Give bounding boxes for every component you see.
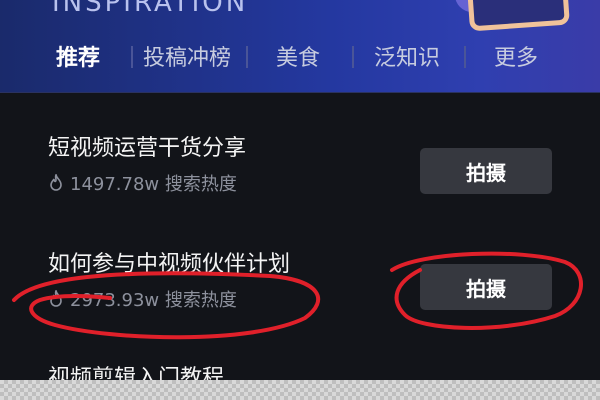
- item-title[interactable]: 短视频运营干货分享: [48, 130, 246, 162]
- tab-recommend[interactable]: 推荐: [56, 40, 100, 72]
- transparency-strip: [0, 380, 600, 400]
- item-heat: 1497.78w 搜索热度: [48, 170, 237, 196]
- item-title[interactable]: 如何参与中视频伙伴计划: [48, 246, 290, 278]
- tab-divider: [246, 46, 248, 68]
- item-heat-text: 2973.93w 搜索热度: [70, 290, 237, 311]
- flame-icon: [50, 174, 62, 191]
- item-heat: 2973.93w 搜索热度: [48, 286, 237, 312]
- flame-icon: [50, 290, 62, 307]
- tab-food[interactable]: 美食: [276, 40, 320, 72]
- shoot-button[interactable]: 拍摄: [420, 264, 552, 310]
- category-tabs: 推荐 投稿冲榜 美食 泛知识 更多: [0, 40, 600, 76]
- tab-submission-ranking[interactable]: 投稿冲榜: [143, 40, 231, 72]
- banner-illustration: [466, 0, 570, 32]
- tab-divider: [464, 46, 466, 68]
- tab-more[interactable]: 更多: [494, 40, 538, 72]
- tab-divider: [131, 46, 133, 68]
- shoot-button[interactable]: 拍摄: [420, 148, 552, 194]
- item-heat-text: 1497.78w 搜索热度: [70, 174, 237, 195]
- header-banner: INSPIRATION 推荐 投稿冲榜 美食 泛知识 更多: [0, 0, 600, 93]
- banner-subtitle: INSPIRATION: [52, 0, 249, 18]
- tab-divider: [352, 46, 354, 68]
- tab-knowledge[interactable]: 泛知识: [374, 40, 440, 72]
